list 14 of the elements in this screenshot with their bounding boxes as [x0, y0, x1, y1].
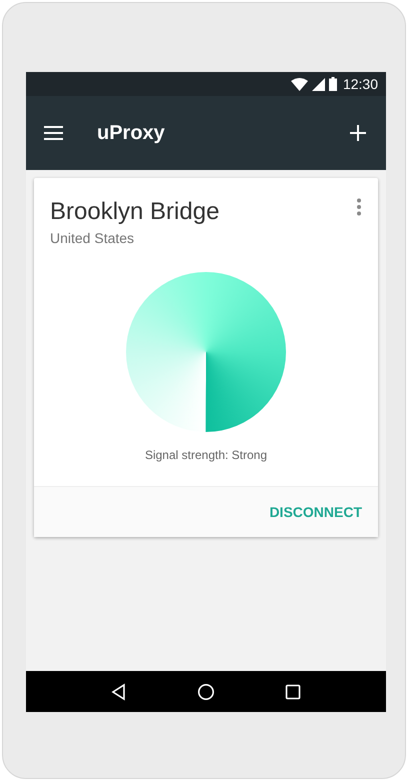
more-icon[interactable]: [356, 198, 362, 216]
card-title: Brooklyn Bridge: [50, 198, 220, 226]
app-title: uProxy: [97, 122, 166, 144]
wifi-icon: [290, 78, 308, 90]
menu-icon[interactable]: [44, 126, 63, 140]
home-icon[interactable]: [196, 682, 215, 700]
signal-caption: Signal strength: Strong: [144, 448, 268, 462]
plus-icon[interactable]: [350, 125, 366, 141]
card-subtitle: United States: [50, 230, 136, 246]
battery-icon: [328, 77, 337, 91]
clock-time: 12:30: [342, 76, 378, 92]
recents-icon[interactable]: [284, 682, 302, 700]
disconnect-button[interactable]: DISCONNECT: [269, 500, 362, 524]
signal-icon: [312, 78, 325, 90]
